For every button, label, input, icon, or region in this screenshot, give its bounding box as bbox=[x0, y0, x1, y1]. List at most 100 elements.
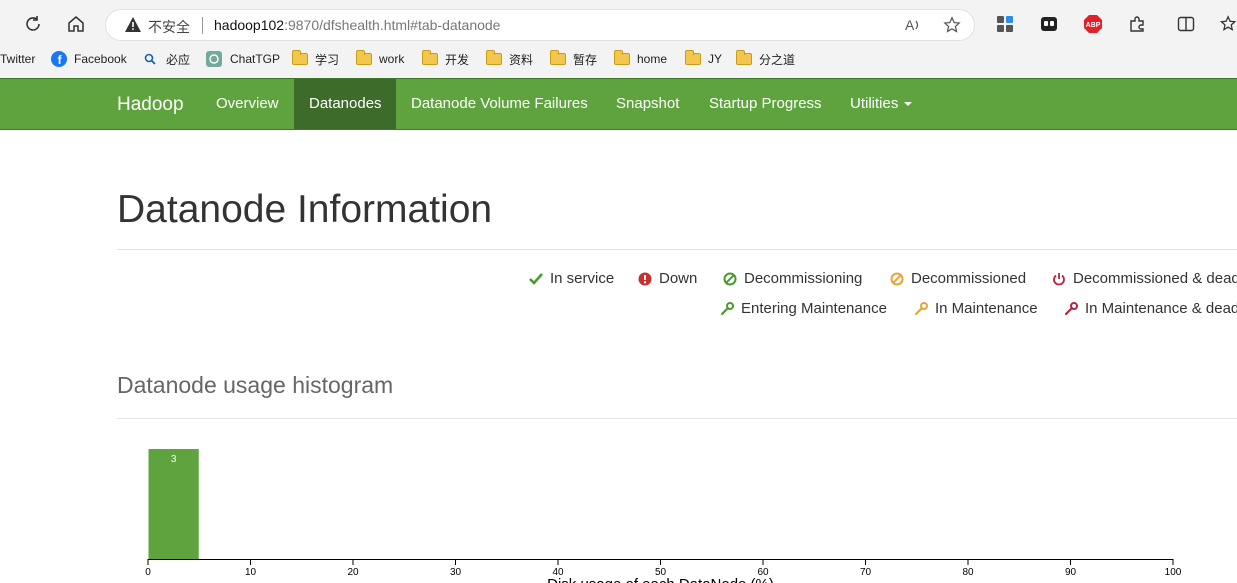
bookmark-folder-study[interactable]: 学习 bbox=[292, 48, 339, 70]
bookmark-label: Facebook bbox=[74, 52, 127, 66]
x-tick-label: 100 bbox=[1165, 567, 1182, 578]
bookmark-label: 分之道 bbox=[759, 52, 796, 67]
legend-in-service: In service bbox=[528, 270, 614, 287]
folder-icon bbox=[550, 50, 566, 65]
x-tick-label: 30 bbox=[450, 567, 462, 578]
x-axis-label: Disk usage of each DataNode (%) bbox=[547, 576, 774, 583]
x-tick-label: 20 bbox=[347, 567, 359, 578]
chatgpt-icon bbox=[206, 51, 222, 67]
bookmark-folder-jy[interactable]: JY bbox=[685, 48, 722, 70]
exclamation-circle-icon bbox=[637, 272, 653, 286]
nav-utilities-label: Utilities bbox=[850, 95, 899, 112]
adblock-label: ABP bbox=[1086, 22, 1101, 29]
divider bbox=[117, 418, 1237, 419]
nav-volume-failures[interactable]: Datanode Volume Failures bbox=[396, 79, 603, 129]
legend-label: Decommissioned & dead bbox=[1073, 270, 1237, 287]
folder-icon bbox=[685, 50, 701, 65]
nav-overview[interactable]: Overview bbox=[201, 79, 294, 129]
nav-datanodes[interactable]: Datanodes bbox=[294, 79, 396, 129]
bookmark-twitter[interactable]: Twitter bbox=[0, 48, 35, 70]
legend-down: Down bbox=[637, 270, 697, 287]
folder-icon bbox=[736, 50, 752, 65]
bookmark-label: 必应 bbox=[166, 52, 191, 67]
warning-icon[interactable] bbox=[124, 16, 142, 38]
bookmark-label: work bbox=[379, 52, 405, 66]
nav-snapshot[interactable]: Snapshot bbox=[601, 79, 694, 129]
bar-value-label: 3 bbox=[171, 454, 177, 465]
legend-in-maintenance-dead: In Maintenance & dead bbox=[1063, 300, 1237, 317]
nav-utilities-dropdown[interactable]: Utilities bbox=[835, 79, 927, 129]
extensions-puzzle-icon[interactable] bbox=[1127, 14, 1147, 34]
bookmark-folder-fenzhidao[interactable]: 分之道 bbox=[736, 48, 795, 70]
legend-entering-maintenance: Entering Maintenance bbox=[719, 300, 887, 317]
bookmark-label: 资料 bbox=[509, 52, 534, 67]
bookmark-facebook[interactable]: f Facebook bbox=[51, 48, 127, 70]
bookmarks-bar: Twitter f Facebook 必应 ChatTGP 学习 work 开发… bbox=[0, 48, 1237, 70]
address-bar[interactable]: 不安全 hadoop102:9870/dfshealth.html#tab-da… bbox=[105, 9, 975, 41]
folder-icon bbox=[614, 50, 630, 65]
favorite-star-icon[interactable] bbox=[943, 16, 961, 37]
legend-decommissioning: Decommissioning bbox=[722, 270, 862, 287]
bookmark-label: 开发 bbox=[445, 52, 470, 67]
legend-decommissioned-dead: Decommissioned & dead bbox=[1051, 270, 1237, 287]
brand-link[interactable]: Hadoop bbox=[117, 94, 184, 116]
bookmark-label: 学习 bbox=[315, 52, 340, 67]
histogram-title: Datanode usage histogram bbox=[117, 372, 394, 398]
svg-text:A: A bbox=[905, 17, 915, 33]
usage-histogram-chart: 30102030405060708090100Disk usage of eac… bbox=[145, 449, 1182, 583]
x-tick-label: 0 bbox=[145, 567, 151, 578]
apps-icon[interactable] bbox=[995, 14, 1015, 34]
bookmark-chatgpt[interactable]: ChatTGP bbox=[206, 48, 280, 70]
ban-icon bbox=[722, 272, 738, 286]
check-icon bbox=[528, 272, 544, 285]
reload-icon[interactable] bbox=[21, 12, 45, 36]
split-screen-icon[interactable] bbox=[1176, 14, 1196, 34]
search-icon bbox=[144, 53, 156, 65]
hadoop-navbar: Hadoop Overview Datanodes Datanode Volum… bbox=[0, 78, 1237, 130]
browser-chrome: 不安全 hadoop102:9870/dfshealth.html#tab-da… bbox=[0, 0, 1237, 78]
bookmark-folder-home[interactable]: home bbox=[614, 48, 667, 70]
nav-startup-progress[interactable]: Startup Progress bbox=[694, 79, 837, 129]
bookmark-folder-dev[interactable]: 开发 bbox=[422, 48, 469, 70]
x-tick-label: 90 bbox=[1065, 567, 1077, 578]
legend-label: Decommissioned bbox=[911, 270, 1027, 287]
bookmark-label: Twitter bbox=[0, 52, 36, 66]
insecure-label: 不安全 bbox=[148, 19, 190, 35]
legend-label: Decommissioning bbox=[744, 270, 863, 287]
bookmark-label: JY bbox=[708, 52, 723, 66]
legend-label: In service bbox=[550, 270, 615, 287]
bookmark-folder-temp[interactable]: 暂存 bbox=[550, 48, 597, 70]
caret-down-icon bbox=[904, 102, 913, 107]
legend-decommissioned: Decommissioned bbox=[889, 270, 1026, 287]
folder-icon bbox=[356, 50, 372, 65]
x-tick-label: 80 bbox=[962, 567, 974, 578]
page-title: Datanode Information bbox=[117, 188, 493, 231]
home-icon[interactable] bbox=[64, 12, 88, 36]
divider bbox=[117, 249, 1237, 250]
adblock-plus-icon[interactable]: ABP bbox=[1083, 14, 1103, 34]
facebook-icon: f bbox=[51, 51, 67, 67]
bookmark-label: ChatTGP bbox=[230, 52, 281, 66]
legend-in-maintenance: In Maintenance bbox=[913, 300, 1038, 317]
bookmark-bing[interactable]: 必应 bbox=[144, 48, 190, 70]
folder-icon bbox=[486, 50, 502, 65]
legend-label: In Maintenance bbox=[935, 300, 1038, 317]
folder-icon bbox=[422, 50, 438, 65]
wrench-icon bbox=[719, 301, 735, 316]
legend-label: Entering Maintenance bbox=[741, 300, 887, 317]
bookmark-folder-work[interactable]: work bbox=[356, 48, 404, 70]
url-text[interactable]: hadoop102:9870/dfshealth.html#tab-datano… bbox=[214, 17, 500, 33]
favorites-icon[interactable] bbox=[1219, 14, 1237, 34]
read-aloud-icon[interactable]: A bbox=[904, 16, 922, 37]
wrench-icon bbox=[913, 301, 929, 316]
ext-dark-icon[interactable] bbox=[1039, 14, 1059, 34]
divider bbox=[202, 17, 203, 34]
power-icon bbox=[1051, 272, 1067, 286]
bookmark-folder-docs[interactable]: 资料 bbox=[486, 48, 533, 70]
legend-label: Down bbox=[659, 270, 698, 287]
x-tick-label: 10 bbox=[245, 567, 257, 578]
legend-label: In Maintenance & dead bbox=[1085, 300, 1237, 317]
url-host: hadoop102 bbox=[214, 17, 285, 33]
bookmark-label: home bbox=[637, 52, 668, 66]
url-path: :9870/dfshealth.html#tab-datanode bbox=[284, 17, 501, 33]
